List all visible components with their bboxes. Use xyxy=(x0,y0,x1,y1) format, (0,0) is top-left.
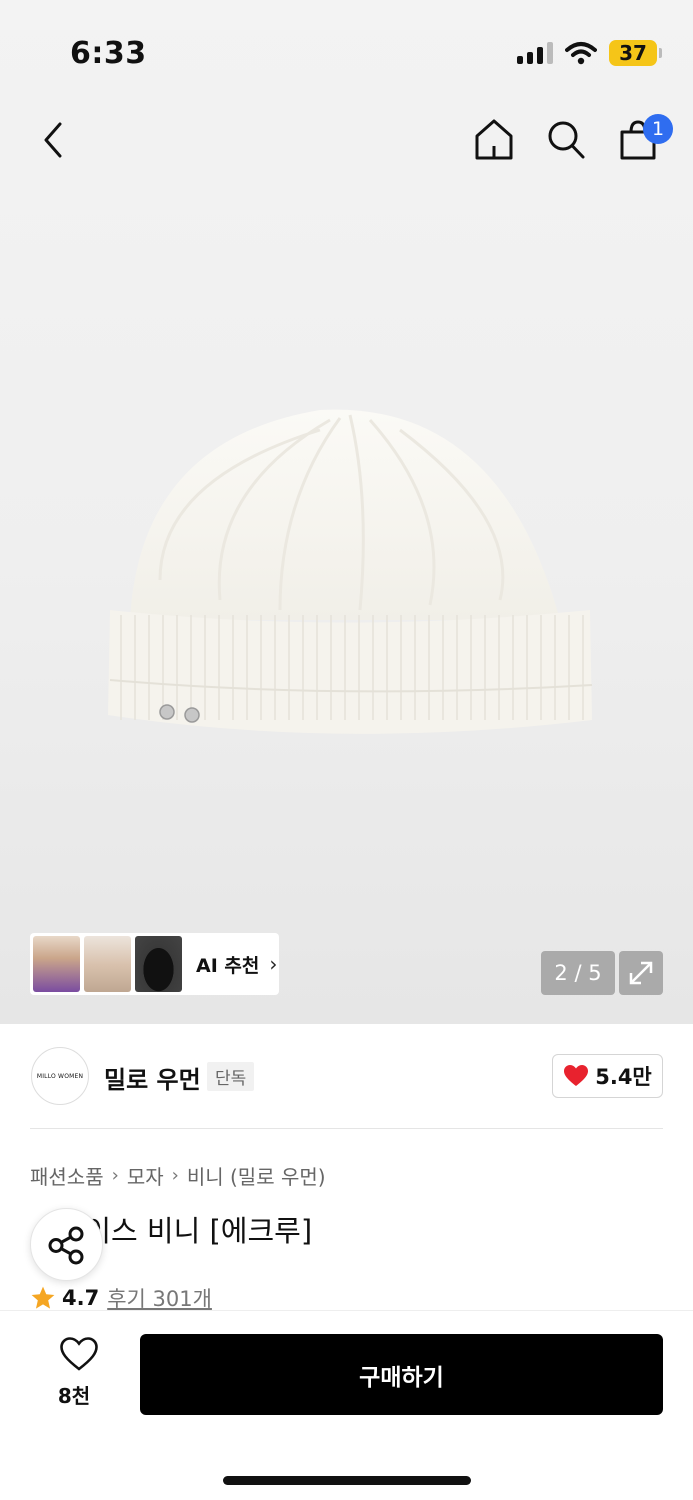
cart-button[interactable]: 1 xyxy=(617,114,673,162)
ai-recommend-label: AI 추천 xyxy=(196,954,260,977)
ai-thumbnail xyxy=(33,936,80,992)
wifi-icon xyxy=(565,42,597,65)
heart-outline-icon xyxy=(60,1337,98,1371)
ai-recommend-button[interactable]: AI 추천 › xyxy=(30,933,279,995)
top-nav-actions: 1 xyxy=(473,114,673,162)
wishlist-button[interactable]: 8천 xyxy=(44,1336,104,1410)
rating-row: 4.7 후기 301개 xyxy=(30,1283,212,1313)
review-count-link[interactable]: 후기 301개 xyxy=(107,1283,212,1313)
breadcrumb: 패션소품 › 모자 › 비니 (밀로 우먼) xyxy=(30,1161,326,1190)
breadcrumb-item[interactable]: 비니 (밀로 우먼) xyxy=(187,1161,326,1190)
chevron-right-icon: › xyxy=(171,1165,179,1186)
ai-thumbnail xyxy=(84,936,131,992)
wishlist-count: 8천 xyxy=(57,1384,91,1408)
search-icon[interactable] xyxy=(545,116,587,162)
brand-logo[interactable]: MILLO WOMEN xyxy=(31,1047,89,1105)
chevron-right-icon: › xyxy=(111,1165,119,1186)
heart-icon xyxy=(564,1065,589,1086)
ai-thumbnail xyxy=(135,936,182,992)
expand-icon xyxy=(629,961,653,985)
image-pager: 2 / 5 xyxy=(541,951,615,995)
divider xyxy=(30,1128,663,1129)
product-hero[interactable]: 6:33 37 1 AI 추천 › 2 / 5 xyxy=(0,0,693,1024)
back-icon[interactable] xyxy=(36,118,72,162)
status-indicators: 37 xyxy=(517,40,662,66)
product-image[interactable] xyxy=(100,400,600,760)
brand-like-button[interactable]: 5.4만 xyxy=(552,1054,663,1098)
home-icon[interactable] xyxy=(473,116,515,162)
star-icon xyxy=(31,1286,55,1309)
breadcrumb-item[interactable]: 패션소품 xyxy=(30,1161,104,1190)
cart-count-badge: 1 xyxy=(643,114,673,144)
home-indicator xyxy=(223,1476,471,1485)
share-icon xyxy=(48,1226,84,1265)
expand-button[interactable] xyxy=(619,951,663,995)
status-time: 6:33 xyxy=(70,36,147,71)
battery-indicator: 37 xyxy=(609,40,662,66)
chevron-right-icon: › xyxy=(269,952,278,976)
buy-button[interactable]: 구매하기 xyxy=(140,1334,663,1415)
exclusive-badge: 단독 xyxy=(207,1062,255,1091)
brand-name[interactable]: 밀로 우먼 xyxy=(104,1060,201,1095)
signal-icon xyxy=(517,42,553,64)
brand-like-count: 5.4만 xyxy=(595,1065,652,1089)
breadcrumb-item[interactable]: 모자 xyxy=(127,1161,164,1190)
share-button[interactable] xyxy=(30,1208,103,1281)
rating-value: 4.7 xyxy=(62,1286,100,1310)
